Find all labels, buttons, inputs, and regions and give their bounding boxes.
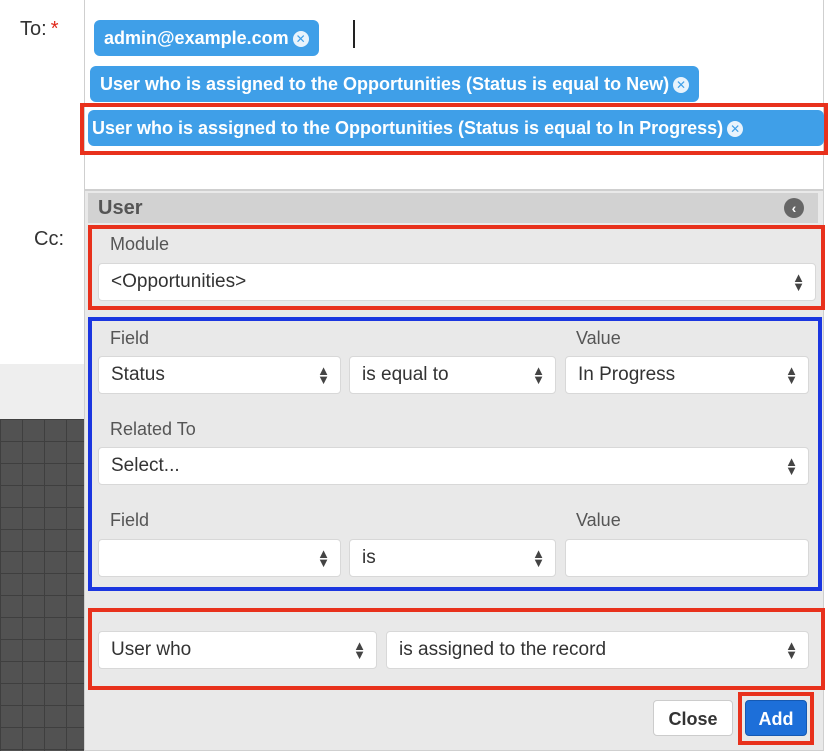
to-label-text: To: xyxy=(20,18,47,40)
recipient-token[interactable]: admin@example.com ✕ xyxy=(94,20,319,56)
remove-token-icon[interactable]: ✕ xyxy=(673,77,690,94)
required-mark: * xyxy=(50,18,59,40)
highlight-user-relation xyxy=(88,608,825,690)
token-label: admin@example.com xyxy=(104,28,289,48)
back-arrow-icon[interactable]: ‹ xyxy=(784,198,804,218)
highlight-filters xyxy=(88,317,822,591)
background-grid xyxy=(0,419,88,751)
cc-label: Cc: xyxy=(34,228,64,250)
to-label: To: * xyxy=(20,18,58,41)
highlight-new-token xyxy=(80,103,828,155)
panel-title: User xyxy=(98,197,143,219)
close-button[interactable]: Close xyxy=(653,700,733,736)
highlight-module xyxy=(88,225,825,310)
remove-token-icon[interactable]: ✕ xyxy=(292,31,309,48)
background-panel xyxy=(0,364,88,419)
recipient-token[interactable]: User who is assigned to the Opportunitie… xyxy=(90,66,700,102)
token-label: User who is assigned to the Opportunitie… xyxy=(100,74,670,94)
panel-header: User ‹ xyxy=(88,193,818,223)
highlight-add-button xyxy=(738,692,814,745)
text-caret xyxy=(353,20,355,48)
